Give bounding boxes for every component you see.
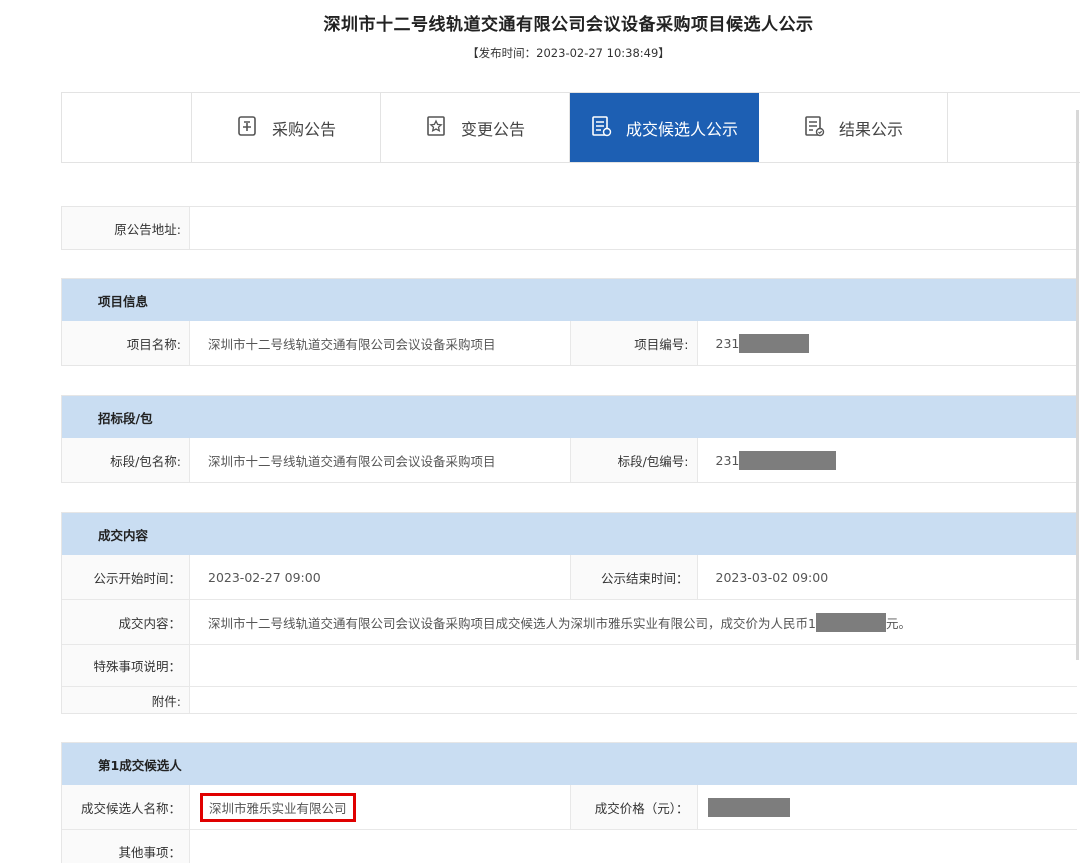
tender-section: 招标段/包 标段/包名称: 深圳市十二号线轨道交通有限公司会议设备采购项目 标段…: [61, 395, 1077, 483]
redaction-block: [739, 450, 837, 470]
tab-spacer: [62, 93, 192, 162]
end-time-label: 公示结束时间：: [569, 555, 698, 599]
redaction-block: [815, 612, 886, 632]
deal-content-field: 深圳市十二号线轨道交通有限公司会议设备采购项目成交候选人为深圳市雅乐实业有限公司…: [190, 600, 1077, 644]
deal-content-label: 成交内容：: [62, 600, 190, 644]
tender-code-field: 231: [698, 438, 1078, 482]
project-name-value: 深圳市十二号线轨道交通有限公司会议设备采购项目: [208, 336, 496, 352]
tab-label: 成交候选人公示: [625, 119, 738, 139]
start-time-value: 2023-02-27 09:00: [208, 569, 321, 585]
scrollbar[interactable]: [1076, 110, 1079, 660]
special-notes-value: [190, 645, 1077, 686]
tender-name-value: 深圳市十二号线轨道交通有限公司会议设备采购项目: [208, 453, 496, 469]
attachment-label: 附件:: [62, 687, 190, 713]
deal-content-suffix: 元。: [885, 615, 911, 631]
notice-tabs: 采购公告 变更公告 成交候选人公示 结果公示: [61, 92, 1080, 163]
project-info-section: 项目信息 项目名称: 深圳市十二号线轨道交通有限公司会议设备采购项目 项目编号:…: [61, 278, 1077, 366]
project-code-label: 项目编号:: [569, 321, 698, 365]
tab-change-notice[interactable]: 变更公告: [381, 93, 570, 162]
section-heading: 项目信息: [62, 279, 1077, 321]
section-heading: 第1成交候选人: [62, 743, 1077, 785]
candidate-name-value: 深圳市雅乐实业有限公司: [200, 792, 356, 822]
special-notes-label: 特殊事项说明：: [62, 645, 190, 686]
tender-name-label: 标段/包名称:: [62, 438, 190, 482]
redaction-block: [739, 333, 810, 353]
original-address-label: 原公告地址:: [62, 207, 190, 249]
tab-candidate-notice[interactable]: 成交候选人公示: [570, 93, 759, 162]
redaction-block: [707, 797, 790, 817]
end-time-value: 2023-03-02 09:00: [715, 569, 829, 585]
tab-result-notice[interactable]: 结果公示: [759, 93, 948, 162]
document-upload-icon: [236, 115, 258, 141]
original-address-box: 原公告地址:: [61, 206, 1077, 250]
project-name-label: 项目名称:: [62, 321, 190, 365]
document-list-icon: [590, 115, 612, 141]
section-heading: 成交内容: [62, 513, 1077, 555]
start-time-label: 公示开始时间：: [62, 555, 190, 599]
tab-label: 变更公告: [460, 119, 525, 139]
document-check-icon: [803, 115, 825, 141]
tab-filler: [948, 93, 1080, 162]
project-code-value: 231: [715, 335, 740, 351]
candidate-name-label: 成交候选人名称：: [62, 785, 190, 829]
tender-code-label: 标段/包编号:: [569, 438, 698, 482]
deal-content-text: 深圳市十二号线轨道交通有限公司会议设备采购项目成交候选人为深圳市雅乐实业有限公司…: [208, 615, 816, 631]
price-label: 成交价格（元）：: [569, 785, 698, 829]
section-heading: 招标段/包: [62, 396, 1077, 438]
original-address-value: [190, 207, 1077, 249]
project-code-field: 231: [698, 321, 1078, 365]
tender-code-value: 231: [715, 452, 740, 468]
other-notes-value: [190, 830, 1077, 863]
other-notes-label: 其他事项：: [62, 830, 190, 863]
tab-label: 采购公告: [271, 119, 336, 139]
attachment-value[interactable]: [190, 687, 1077, 713]
tab-label: 结果公示: [838, 119, 903, 139]
page-title: 深圳市十二号线轨道交通有限公司会议设备采购项目候选人公示: [323, 15, 814, 35]
candidate-section: 第1成交候选人 成交候选人名称： 深圳市雅乐实业有限公司 成交价格（元）： 其他…: [61, 742, 1077, 863]
deal-content-section: 成交内容 公示开始时间： 2023-02-27 09:00 公示结束时间： 20…: [61, 512, 1077, 714]
publish-time: 【发布时间：2023-02-27 10:38:49】: [467, 46, 670, 60]
tab-procurement-notice[interactable]: 采购公告: [192, 93, 381, 162]
price-field: [698, 785, 1078, 829]
star-document-icon: [425, 115, 447, 141]
candidate-name-field: 深圳市雅乐实业有限公司: [190, 785, 570, 829]
